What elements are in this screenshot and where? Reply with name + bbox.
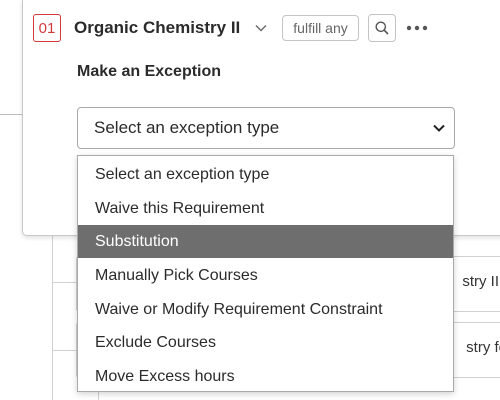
make-exception-label: Make an Exception [77,63,222,80]
chevron-down-icon[interactable] [254,21,268,35]
chevron-down-icon [433,124,445,132]
requirement-card-title: stry II [462,273,499,290]
tree-connector [52,350,76,351]
requirement-card-title: stry fo [466,339,500,356]
dropdown-option[interactable]: Manually Pick Courses [78,259,453,292]
exception-type-select[interactable]: Select an exception type [77,107,455,149]
tree-connector [52,236,53,400]
dropdown-option[interactable]: Waive or Modify Requirement Constraint [78,293,453,326]
tree-connector [0,114,22,115]
dropdown-option[interactable]: Waive this Requirement [78,192,453,225]
tree-connector [52,282,76,283]
dropdown-option[interactable]: Exclude Courses [78,326,453,359]
search-icon [375,21,389,35]
more-horizontal-icon [406,25,427,31]
requirement-title: Organic Chemistry II [74,18,241,37]
search-button[interactable] [367,14,396,42]
exception-type-dropdown: Select an exception type Waive this Requ… [77,155,454,392]
dropdown-option[interactable]: Move Excess hours [78,360,453,393]
dropdown-option-highlighted[interactable]: Substitution [78,225,453,258]
requirement-index-badge: 01 [33,14,61,42]
requirement-header: 01 Organic Chemistry II fulfill any [33,13,429,43]
exception-type-select-value: Select an exception type [94,118,280,137]
dropdown-option[interactable]: Select an exception type [78,158,453,191]
fulfill-any-pill[interactable]: fulfill any [282,15,359,41]
more-options-button[interactable] [405,16,429,40]
